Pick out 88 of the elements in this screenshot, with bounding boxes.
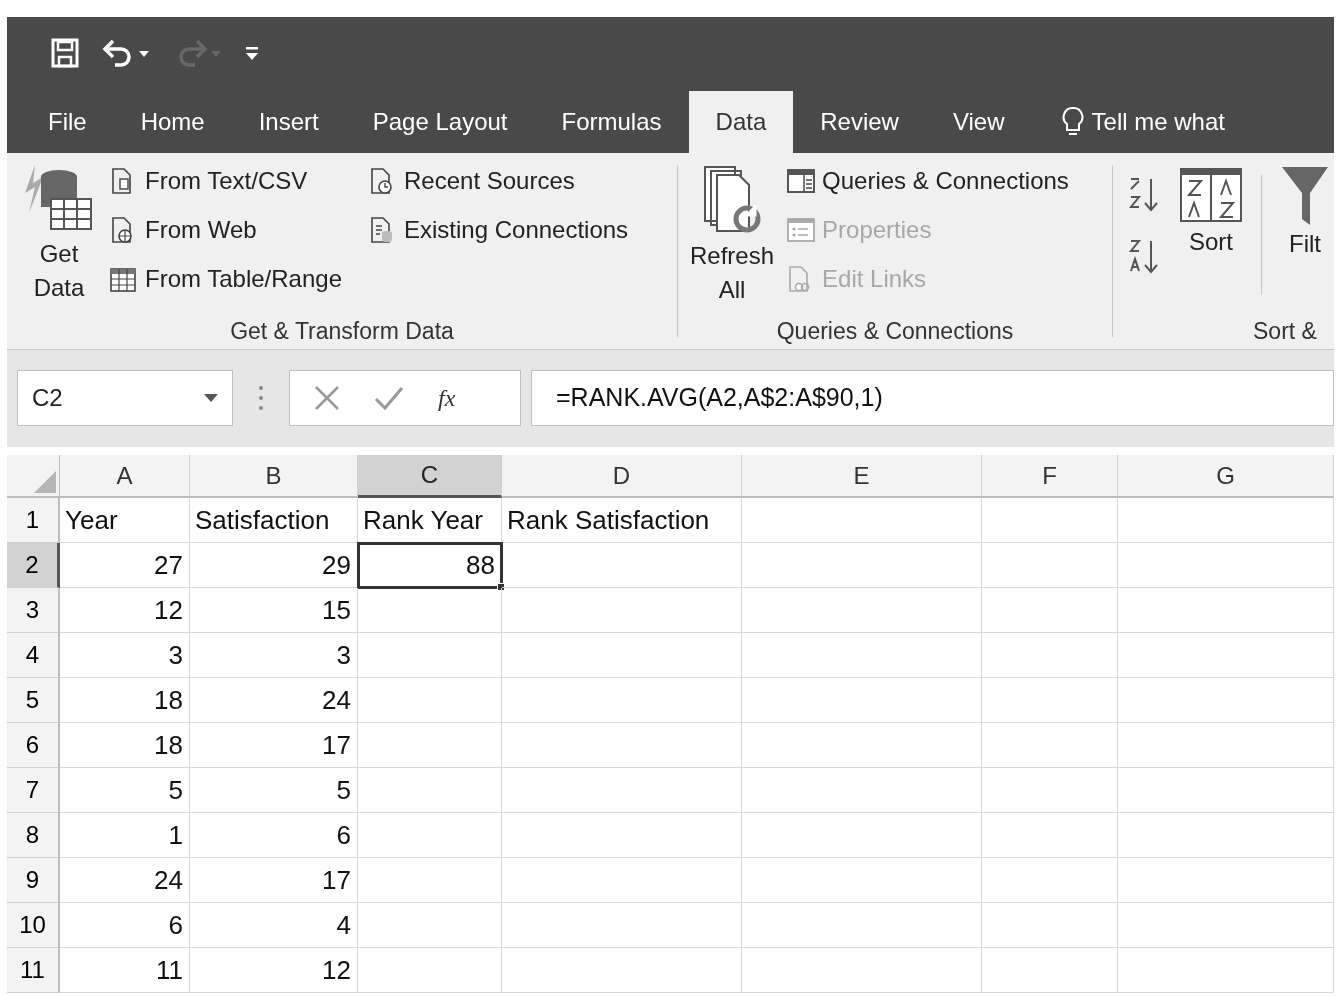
table-cell: Year	[60, 498, 190, 543]
table-icon	[109, 265, 139, 293]
ribbon-button[interactable]: From Web	[109, 210, 342, 250]
customize-icon[interactable]	[245, 44, 259, 61]
button-label: All	[718, 275, 746, 305]
button-label: Refresh	[690, 241, 775, 271]
dropdown-arrow-icon	[204, 392, 218, 403]
ribbon-button[interactable]: From Table/Range	[109, 259, 342, 299]
table-cell: 15	[190, 588, 358, 633]
table-cell: 1	[60, 813, 190, 858]
button-label: Get	[39, 239, 79, 269]
row-header[interactable]: 1	[7, 498, 60, 543]
window-panel-icon	[786, 167, 817, 195]
row-header[interactable]: 6	[7, 723, 60, 768]
ribbon-tab[interactable]: Review	[793, 91, 926, 153]
group-label: Get & Transform Data	[229, 316, 455, 346]
table-cell: Rank Satisfaction	[502, 498, 742, 543]
column-header[interactable]: B	[190, 455, 358, 498]
sort-grid-icon	[1179, 165, 1243, 225]
ribbon-tab[interactable]: View	[925, 91, 1032, 153]
group-label: Sort &	[1252, 316, 1318, 346]
row-header[interactable]: 11	[7, 948, 60, 993]
table-cell: 4	[190, 903, 358, 948]
table-cell: Rank Year	[358, 498, 502, 543]
tell-me-search[interactable]: Tell me what	[1031, 91, 1225, 153]
save-icon[interactable]	[51, 37, 79, 68]
name-box[interactable]: C2	[17, 369, 233, 426]
row-header[interactable]: 4	[7, 633, 60, 678]
table-cell: 12	[190, 948, 358, 993]
ribbon-tab[interactable]: Home	[113, 91, 232, 153]
fill-handle[interactable]	[497, 583, 505, 591]
row-header[interactable]: 5	[7, 678, 60, 723]
ribbon-button[interactable]: Recent Sources	[368, 161, 629, 201]
table-cell: 3	[60, 633, 190, 678]
formula-field[interactable]: =RANK.AVG(A2,A$2:A$90,1)	[531, 369, 1334, 426]
table-cell: 18	[60, 678, 190, 723]
button-label: Data	[33, 273, 85, 303]
row-header[interactable]: 2	[7, 543, 60, 588]
table-cell: 11	[60, 948, 190, 993]
checkmark-icon[interactable]	[374, 384, 404, 411]
table-cell: 88	[358, 543, 502, 588]
ribbon-button[interactable]: Sort	[1179, 161, 1243, 313]
row-header[interactable]: 8	[7, 813, 60, 858]
table-cell: 24	[60, 858, 190, 903]
group-label: Queries & Connections	[775, 316, 1015, 346]
list-panel-icon	[786, 216, 817, 244]
ribbon-button[interactable]: Filt	[1280, 161, 1330, 313]
table-cell: 29	[190, 543, 358, 588]
insert-function-button[interactable]: fx	[438, 379, 456, 416]
row-header[interactable]: 9	[7, 858, 60, 903]
table-cell: 18	[60, 723, 190, 768]
undo-icon[interactable]	[101, 37, 151, 68]
ribbon-tab[interactable]: Data	[688, 91, 794, 153]
table-cell: 6	[60, 903, 190, 948]
lightbulb-icon	[1061, 106, 1084, 138]
table-cell: 12	[60, 588, 190, 633]
table-cell: 27	[60, 543, 190, 588]
ribbon-button[interactable]: Existing Connections	[368, 210, 629, 250]
column-header[interactable]: D	[502, 455, 742, 498]
column-header[interactable]: E	[742, 455, 982, 498]
vertical-dots-icon	[259, 385, 263, 410]
ribbon-button[interactable]: Queries & Connections	[786, 161, 1069, 201]
ribbon-button[interactable]: Get Data	[21, 161, 97, 313]
ribbon-button[interactable]: From Text/CSV	[109, 161, 342, 201]
row-header[interactable]: 10	[7, 903, 60, 948]
table-cell: 24	[190, 678, 358, 723]
ribbon-tab[interactable]: Formulas	[534, 91, 689, 153]
column-header[interactable]: F	[982, 455, 1118, 498]
column-header[interactable]: A	[60, 455, 190, 498]
column-header[interactable]: G	[1118, 455, 1334, 498]
funnel-icon	[1280, 165, 1330, 227]
table-cell: 6	[190, 813, 358, 858]
table-cell: 5	[60, 768, 190, 813]
table-cell: Satisfaction	[190, 498, 358, 543]
button-label: Filt	[1289, 229, 1321, 259]
table-cell: 5	[190, 768, 358, 813]
cancel-icon[interactable]	[314, 384, 340, 411]
ribbon-tab[interactable]: File	[21, 91, 114, 153]
ribbon-button[interactable]: Refresh All	[690, 161, 775, 313]
row-header[interactable]: 7	[7, 768, 60, 813]
ribbon-tab[interactable]: Insert	[231, 91, 346, 153]
button-label: Sort	[1189, 227, 1233, 257]
row-header[interactable]: 3	[7, 588, 60, 633]
table-cell: 3	[190, 633, 358, 678]
table-cell: 17	[190, 858, 358, 903]
column-header[interactable]: C	[358, 455, 502, 498]
table-cell: 17	[190, 723, 358, 768]
ribbon-tab[interactable]: Page Layout	[345, 91, 535, 153]
